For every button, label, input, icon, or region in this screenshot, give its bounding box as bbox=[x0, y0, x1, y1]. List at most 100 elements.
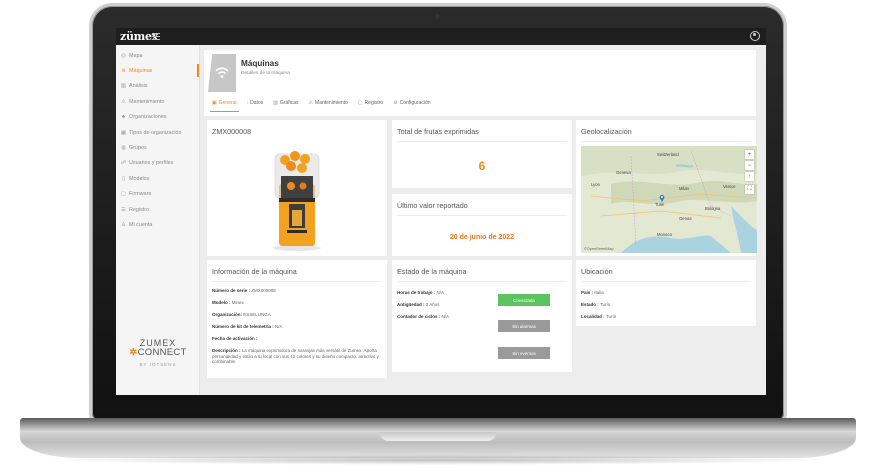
events-status-badge: Sin eventos bbox=[498, 347, 550, 359]
tab-label: General bbox=[218, 100, 237, 106]
app-screen: zümex ◎ Mapa ≋ Máquinas ▥ Análisis ⚠ Mantenimie… bbox=[116, 28, 766, 395]
tab-label: Registro bbox=[364, 100, 384, 106]
sidebar-nav: ◎ Mapa ≋ Máquinas ▥ Análisis ⚠ Mantenimiento ♣ Or… bbox=[116, 45, 199, 233]
compass-icon[interactable]: ↑ bbox=[745, 172, 754, 181]
map-label-lyon: Lyon bbox=[591, 182, 600, 187]
sidebar-item-organizaciones[interactable]: ♣ Organizaciones bbox=[116, 110, 199, 125]
field-country: País : Italia bbox=[581, 290, 604, 296]
sidebar-item-registro[interactable]: ☰ Registro bbox=[116, 202, 199, 217]
field-label: Antigüedad : bbox=[397, 302, 425, 307]
sidebar-item-label: Máquinas bbox=[129, 68, 153, 75]
laptop-frame: zümex ◎ Mapa ≋ Máquinas ▥ Análisis ⚠ Mantenimie… bbox=[0, 0, 876, 473]
sidebar: ◎ Mapa ≋ Máquinas ▥ Análisis ⚠ Mantenimiento ♣ Or… bbox=[116, 45, 200, 395]
field-value: N/A bbox=[441, 314, 450, 319]
machine-status-title: Estado de la máquina bbox=[397, 267, 467, 276]
tab-configuración[interactable]: ⚙ Configuración bbox=[391, 97, 432, 109]
tab-label: Mantenimiento bbox=[315, 100, 348, 106]
sidebar-item-modelos[interactable]: ▯ Modelos bbox=[116, 171, 199, 186]
map-label-genoa: Genoa bbox=[679, 216, 692, 221]
machine-serial-title: ZMX000008 bbox=[212, 127, 252, 136]
wifi-icon: ≋ bbox=[121, 68, 126, 75]
field-value: N/A bbox=[436, 290, 445, 295]
map-label-geneva: Geneva bbox=[616, 170, 631, 175]
sidebar-item-label: Registro bbox=[129, 206, 150, 213]
camera-dot bbox=[435, 14, 440, 19]
hamburger-menu-icon[interactable] bbox=[152, 33, 160, 40]
sidebar-item-label: Mi cuenta bbox=[129, 221, 153, 228]
geolocation-title: Geolocalización bbox=[581, 127, 632, 136]
field-label: Descripción : bbox=[212, 348, 241, 353]
field-label: Número de kit de telemetría : bbox=[212, 324, 274, 329]
field-value: 0 Años bbox=[425, 302, 440, 307]
machine-card: ZMX000008 bbox=[207, 120, 387, 256]
zoom-out-button[interactable]: − bbox=[745, 161, 754, 170]
tab-icon: ⚠ bbox=[308, 100, 314, 106]
geolocation-card: Geolocalización Switzerland Geneva Lyon … bbox=[576, 120, 757, 256]
tab-label: Datos bbox=[250, 100, 264, 106]
field-label: Organización: bbox=[212, 312, 243, 317]
map-label-bologna: Bologna bbox=[705, 206, 721, 211]
field-description: Descripción : La máquina exprimidora de … bbox=[212, 348, 382, 365]
field-value: Minex bbox=[231, 300, 244, 305]
zoom-in-button[interactable]: + bbox=[745, 150, 754, 159]
list-icon: ☰ bbox=[121, 206, 126, 213]
sidebar-item-tipos-de-organización[interactable]: ▦ Tipos de organización bbox=[116, 125, 199, 140]
total-fruits-card: Total de frutas exprimidas 6 bbox=[392, 120, 572, 188]
sidebar-item-grupos[interactable]: ◍ Grupos bbox=[116, 140, 199, 155]
field-locality: Localidad : Turín bbox=[581, 314, 616, 320]
sidebar-item-mi-cuenta[interactable]: ♙ Mi cuenta bbox=[116, 217, 199, 232]
bar-chart-icon: ▥ bbox=[120, 83, 127, 90]
user-icon: ♙ bbox=[121, 221, 126, 228]
sidebar-item-firmware[interactable]: ▢ Firmware bbox=[116, 187, 199, 202]
machines-wifi-icon bbox=[208, 54, 236, 92]
brand-star-icon: ✲ bbox=[129, 347, 138, 358]
location-card: Ubicación País : Italia Estado : Turín L… bbox=[576, 260, 756, 326]
keyboard-edge bbox=[20, 418, 856, 432]
trackpad-notch bbox=[380, 432, 496, 441]
zumex-connect-brand: ZUMEX ✲CONNECT BY IOTSENS bbox=[116, 338, 200, 367]
field-label: Número de serie : bbox=[212, 288, 251, 293]
sidebar-item-mantenimiento[interactable]: ⚠ Mantenimiento bbox=[116, 94, 199, 109]
field-work-hours: Horas de trabajo : N/A bbox=[397, 290, 444, 296]
sidebar-item-análisis[interactable]: ▥ Análisis bbox=[116, 79, 199, 94]
brand-connect-text: CONNECT bbox=[137, 347, 187, 358]
location-map[interactable]: Switzerland Geneva Lyon Milan Venice Tur… bbox=[581, 146, 757, 253]
location-title: Ubicación bbox=[581, 267, 613, 276]
field-value: ZMX000008 bbox=[251, 288, 276, 293]
map-marker-icon[interactable] bbox=[659, 194, 665, 202]
sidebar-item-mapa[interactable]: ◎ Mapa bbox=[116, 48, 199, 63]
field-value: Turín bbox=[605, 314, 617, 319]
field-label: Estado : bbox=[581, 302, 599, 307]
alarms-status-badge: Sin alarmas bbox=[498, 320, 550, 332]
field-serial: Número de serie : ZMX000008 bbox=[212, 288, 276, 294]
page-subtitle: Detalles de la máquina bbox=[241, 71, 290, 76]
user-account-icon[interactable] bbox=[750, 31, 760, 41]
detail-tabs: ▣ General ⁝ Datos ▥ Gráficas ⚠ Mantenimiento ▢ Re… bbox=[210, 97, 439, 112]
sidebar-item-usuarios-y-perfiles[interactable]: ☍ Usuarios y perfiles bbox=[116, 156, 199, 171]
tab-icon: ▢ bbox=[357, 100, 363, 106]
sidebar-item-label: Tipos de organización bbox=[129, 129, 182, 136]
sidebar-item-máquinas[interactable]: ≋ Máquinas bbox=[116, 63, 199, 78]
field-age: Antigüedad : 0 Años bbox=[397, 302, 440, 308]
map-label-turin: Turin bbox=[655, 202, 665, 207]
field-label: País : bbox=[581, 290, 594, 295]
divider bbox=[397, 141, 567, 142]
warning-icon: ⚠ bbox=[121, 98, 126, 105]
total-fruits-value: 6 bbox=[478, 159, 486, 173]
map-label-switzerland: Switzerland bbox=[657, 152, 679, 157]
tab-datos[interactable]: ⁝ Datos bbox=[245, 97, 266, 109]
tab-icon: ▣ bbox=[212, 100, 217, 106]
juicer-machine-image bbox=[273, 151, 321, 251]
field-state: Estado : Turín bbox=[581, 302, 610, 308]
laptop-base bbox=[20, 418, 856, 458]
tab-mantenimiento[interactable]: ⚠ Mantenimiento bbox=[307, 97, 350, 109]
fullscreen-icon[interactable]: ⛶ bbox=[745, 185, 754, 194]
brand-iotsens: BY IOTSENS bbox=[139, 362, 177, 367]
field-label: Fecha de activación : bbox=[212, 336, 258, 341]
tab-registro[interactable]: ▢ Registro bbox=[356, 97, 385, 109]
tab-icon: ⁝ bbox=[246, 100, 249, 106]
tab-general[interactable]: ▣ General bbox=[210, 97, 239, 112]
field-value: Italia bbox=[594, 290, 604, 295]
tab-gráficas[interactable]: ▥ Gráficas bbox=[271, 97, 300, 109]
map-attribution: ©OpenStreetMap bbox=[584, 247, 614, 251]
